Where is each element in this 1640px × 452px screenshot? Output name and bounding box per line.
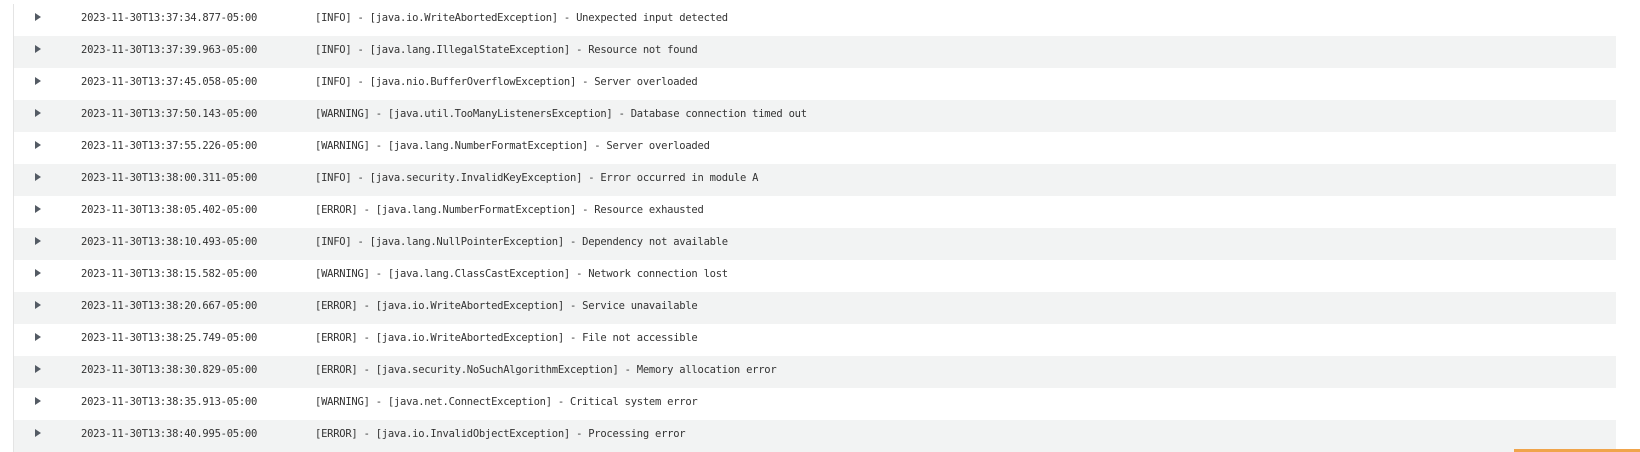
log-timestamp: 2023-11-30T13:38:30.829-05:00 bbox=[81, 364, 258, 376]
caret-right-icon[interactable] bbox=[31, 330, 45, 344]
log-row: 2023-11-30T13:38:15.582-05:00 [WARNING] … bbox=[14, 260, 1616, 292]
log-row: 2023-11-30T13:38:25.749-05:00 [ERROR] - … bbox=[14, 324, 1616, 356]
log-timestamp: 2023-11-30T13:37:34.877-05:00 bbox=[81, 12, 258, 24]
caret-right-icon[interactable] bbox=[31, 170, 45, 184]
log-row: 2023-11-30T13:38:40.995-05:00 [ERROR] - … bbox=[14, 420, 1616, 452]
log-message: [INFO] - [java.lang.NullPointerException… bbox=[315, 236, 728, 248]
log-list: 2023-11-30T13:37:34.877-05:00 [INFO] - [… bbox=[13, 4, 1616, 452]
log-message: [ERROR] - [java.lang.NumberFormatExcepti… bbox=[315, 204, 704, 216]
log-row: 2023-11-30T13:37:50.143-05:00 [WARNING] … bbox=[14, 100, 1616, 132]
caret-right-icon[interactable] bbox=[31, 138, 45, 152]
caret-right-icon[interactable] bbox=[31, 426, 45, 440]
log-row: 2023-11-30T13:37:34.877-05:00 [INFO] - [… bbox=[14, 4, 1616, 36]
log-timestamp: 2023-11-30T13:38:15.582-05:00 bbox=[81, 268, 258, 280]
log-row: 2023-11-30T13:37:39.963-05:00 [INFO] - [… bbox=[14, 36, 1616, 68]
caret-right-icon[interactable] bbox=[31, 42, 45, 56]
caret-right-icon[interactable] bbox=[31, 234, 45, 248]
log-timestamp: 2023-11-30T13:38:35.913-05:00 bbox=[81, 396, 258, 408]
log-row: 2023-11-30T13:37:55.226-05:00 [WARNING] … bbox=[14, 132, 1616, 164]
log-message: [ERROR] - [java.io.InvalidObjectExceptio… bbox=[315, 428, 686, 440]
log-row: 2023-11-30T13:38:30.829-05:00 [ERROR] - … bbox=[14, 356, 1616, 388]
log-message: [INFO] - [java.io.WriteAbortedException]… bbox=[315, 12, 728, 24]
log-timestamp: 2023-11-30T13:37:39.963-05:00 bbox=[81, 44, 258, 56]
log-row: 2023-11-30T13:38:10.493-05:00 [INFO] - [… bbox=[14, 228, 1616, 260]
caret-right-icon[interactable] bbox=[31, 74, 45, 88]
log-timestamp: 2023-11-30T13:38:00.311-05:00 bbox=[81, 172, 258, 184]
log-row: 2023-11-30T13:38:00.311-05:00 [INFO] - [… bbox=[14, 164, 1616, 196]
log-message: [ERROR] - [java.io.WriteAbortedException… bbox=[315, 300, 698, 312]
log-message: [INFO] - [java.security.InvalidKeyExcept… bbox=[315, 172, 759, 184]
log-message: [ERROR] - [java.security.NoSuchAlgorithm… bbox=[315, 364, 777, 376]
log-timestamp: 2023-11-30T13:38:05.402-05:00 bbox=[81, 204, 258, 216]
caret-right-icon[interactable] bbox=[31, 266, 45, 280]
log-row: 2023-11-30T13:38:20.667-05:00 [ERROR] - … bbox=[14, 292, 1616, 324]
log-timestamp: 2023-11-30T13:38:25.749-05:00 bbox=[81, 332, 258, 344]
log-timestamp: 2023-11-30T13:37:45.058-05:00 bbox=[81, 76, 258, 88]
log-timestamp: 2023-11-30T13:38:40.995-05:00 bbox=[81, 428, 258, 440]
caret-right-icon[interactable] bbox=[31, 298, 45, 312]
log-timestamp: 2023-11-30T13:37:55.226-05:00 bbox=[81, 140, 258, 152]
log-row: 2023-11-30T13:38:05.402-05:00 [ERROR] - … bbox=[14, 196, 1616, 228]
log-message: [WARNING] - [java.util.TooManyListenersE… bbox=[315, 108, 807, 120]
log-message: [WARNING] - [java.lang.ClassCastExceptio… bbox=[315, 268, 728, 280]
log-timestamp: 2023-11-30T13:38:10.493-05:00 bbox=[81, 236, 258, 248]
caret-right-icon[interactable] bbox=[31, 106, 45, 120]
log-row: 2023-11-30T13:37:45.058-05:00 [INFO] - [… bbox=[14, 68, 1616, 100]
caret-right-icon[interactable] bbox=[31, 10, 45, 24]
log-timestamp: 2023-11-30T13:37:50.143-05:00 bbox=[81, 108, 258, 120]
caret-right-icon[interactable] bbox=[31, 202, 45, 216]
log-row: 2023-11-30T13:38:35.913-05:00 [WARNING] … bbox=[14, 388, 1616, 420]
log-message: [ERROR] - [java.io.WriteAbortedException… bbox=[315, 332, 698, 344]
log-message: [WARNING] - [java.lang.NumberFormatExcep… bbox=[315, 140, 710, 152]
caret-right-icon[interactable] bbox=[31, 362, 45, 376]
log-message: [WARNING] - [java.net.ConnectException] … bbox=[315, 396, 698, 408]
caret-right-icon[interactable] bbox=[31, 394, 45, 408]
log-message: [INFO] - [java.lang.IllegalStateExceptio… bbox=[315, 44, 698, 56]
log-message: [INFO] - [java.nio.BufferOverflowExcepti… bbox=[315, 76, 698, 88]
log-timestamp: 2023-11-30T13:38:20.667-05:00 bbox=[81, 300, 258, 312]
